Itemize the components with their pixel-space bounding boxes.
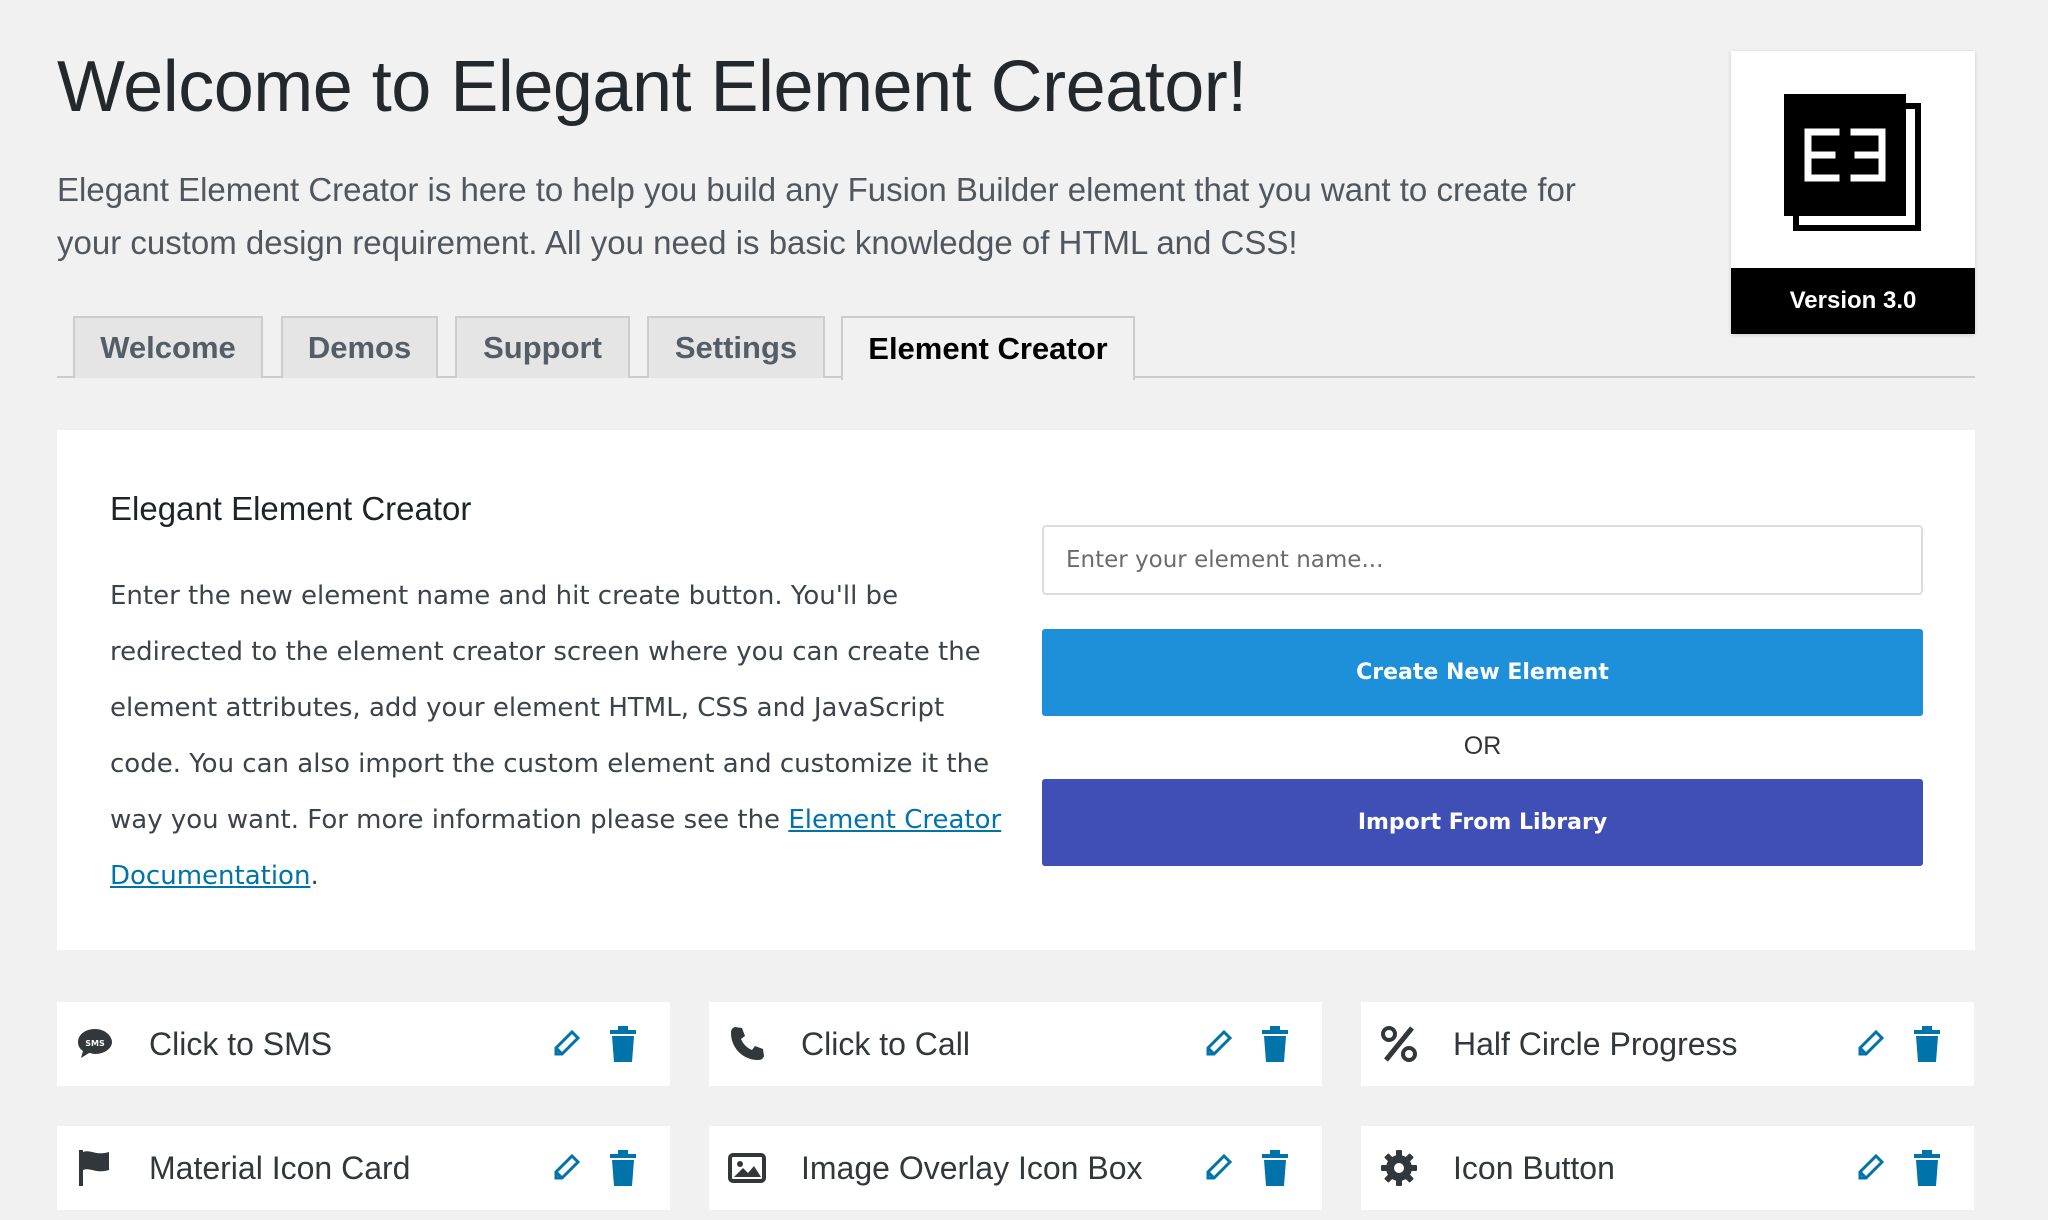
tab-welcome[interactable]: Welcome [73, 316, 263, 378]
create-new-element-button[interactable]: Create New Element [1042, 629, 1923, 716]
pencil-icon[interactable] [1854, 1152, 1886, 1184]
tab-element-creator[interactable]: Element Creator [841, 316, 1135, 380]
elegant-elements-logo-icon [1731, 51, 1975, 268]
or-separator: OR [1463, 732, 1502, 760]
element-name: Material Icon Card [149, 1150, 411, 1186]
gear-icon [1379, 1148, 1419, 1188]
creator-card: Elegant Element Creator Enter the new el… [57, 430, 1975, 950]
element-item: Click to Call [709, 1002, 1322, 1086]
creator-description: Enter the new element name and hit creat… [110, 581, 1002, 891]
trash-icon[interactable] [1260, 1150, 1290, 1186]
element-name: Click to Call [801, 1026, 970, 1062]
creator-title: Elegant Element Creator [110, 490, 472, 527]
element-name: Icon Button [1453, 1150, 1615, 1186]
flag-icon [75, 1148, 115, 1188]
pencil-icon[interactable] [550, 1152, 582, 1184]
pencil-icon[interactable] [1202, 1028, 1234, 1060]
pencil-icon[interactable] [1854, 1028, 1886, 1060]
image-icon [727, 1148, 767, 1188]
trash-icon[interactable] [1912, 1150, 1942, 1186]
element-item: Half Circle Progress [1361, 1002, 1974, 1086]
element-item: Material Icon Card [57, 1126, 670, 1210]
trash-icon[interactable] [1260, 1026, 1290, 1062]
element-name: Image Overlay Icon Box [801, 1150, 1143, 1186]
element-item: Image Overlay Icon Box [709, 1126, 1322, 1210]
trash-icon[interactable] [608, 1150, 638, 1186]
element-name: Click to SMS [149, 1026, 333, 1062]
intro-text: Elegant Element Creator is here to help … [57, 171, 1576, 261]
tab-demos[interactable]: Demos [281, 316, 438, 378]
element-name: Half Circle Progress [1453, 1026, 1738, 1062]
trash-icon[interactable] [608, 1026, 638, 1062]
element-name-input[interactable] [1042, 525, 1923, 595]
import-from-library-button[interactable]: Import From Library [1042, 779, 1923, 866]
svg-text:SMS: SMS [85, 1039, 105, 1048]
tab-settings[interactable]: Settings [647, 316, 825, 378]
page-title: Welcome to Elegant Element Creator! [57, 47, 1247, 127]
phone-icon [727, 1024, 767, 1064]
percent-icon [1379, 1024, 1419, 1064]
element-item: SMS Click to SMS [57, 1002, 670, 1086]
version-badge: Version 3.0 [1731, 51, 1975, 334]
sms-icon: SMS [75, 1024, 115, 1064]
pencil-icon[interactable] [1202, 1152, 1234, 1184]
element-item: Icon Button [1361, 1126, 1974, 1210]
tab-support[interactable]: Support [455, 316, 630, 378]
pencil-icon[interactable] [550, 1028, 582, 1060]
tab-bar: Welcome Demos Support Settings Element C… [57, 314, 1975, 380]
trash-icon[interactable] [1912, 1026, 1942, 1062]
